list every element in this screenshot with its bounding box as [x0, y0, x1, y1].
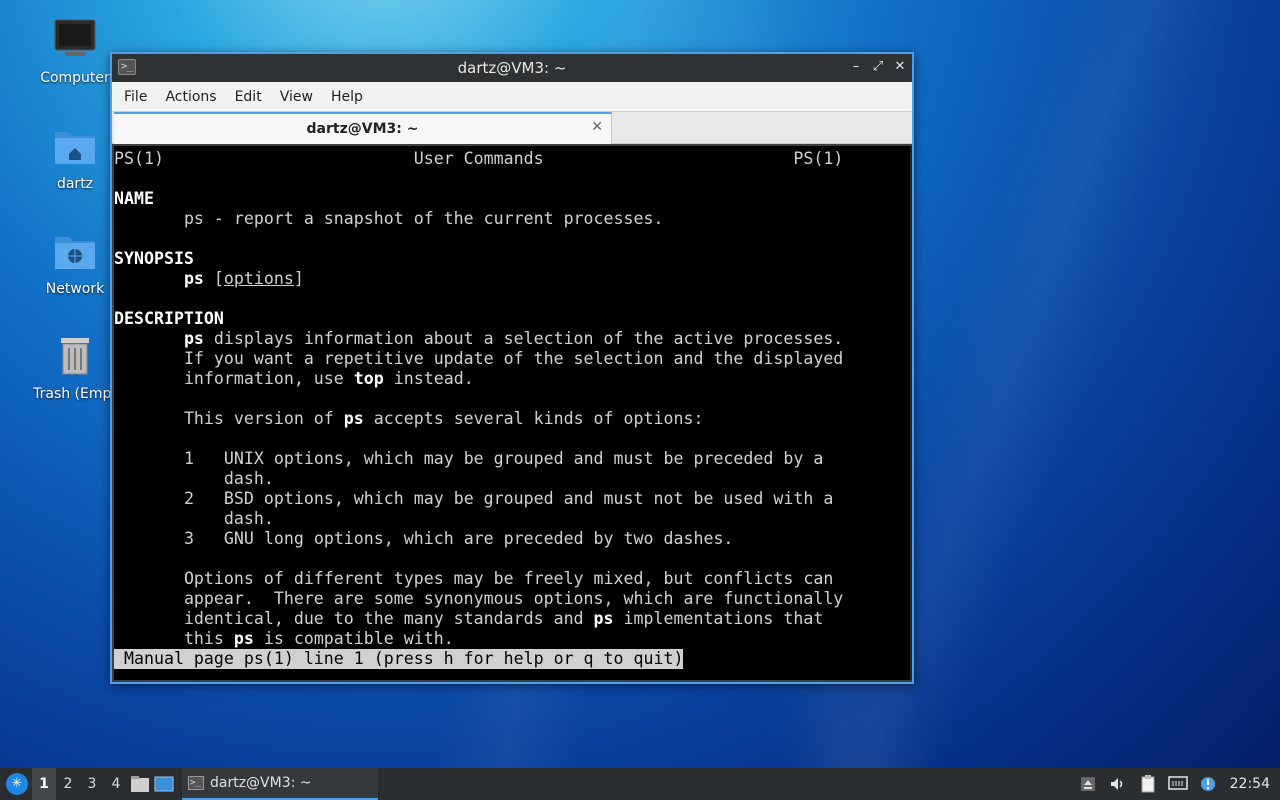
section-heading: NAME [114, 189, 154, 208]
app-menu-icon: ✳ [6, 773, 28, 795]
file-manager-icon [131, 776, 149, 792]
maximize-button[interactable]: ⤢ [870, 58, 886, 76]
menubar: File Actions Edit View Help [112, 82, 912, 112]
tab-terminal[interactable]: dartz@VM3: ~ ✕ [114, 112, 612, 144]
man-text: ps - report a snapshot of the current pr… [183, 209, 664, 228]
taskbar-task-terminal[interactable]: >_ dartz@VM3: ~ [182, 768, 378, 800]
tab-close-icon[interactable]: ✕ [591, 119, 603, 135]
menu-edit[interactable]: Edit [227, 89, 270, 105]
window-title: dartz@VM3: ~ [457, 59, 567, 77]
start-menu-button[interactable]: ✳ [2, 768, 32, 800]
show-desktop-button[interactable] [152, 768, 176, 800]
terminal-icon: >_ [118, 59, 136, 75]
taskbar: ✳ 1 2 3 4 >_ dartz@VM3: ~ 22:54 [0, 768, 1280, 800]
pager-status-line: Manual page ps(1) line 1 (press h for he… [114, 649, 684, 669]
network-folder-icon [55, 237, 95, 269]
section-heading: SYNOPSIS [114, 249, 194, 268]
minimize-button[interactable]: – [848, 58, 864, 76]
terminal-scrollbar[interactable] [910, 146, 912, 680]
computer-icon [54, 19, 96, 56]
terminal-icon: >_ [188, 776, 204, 790]
menu-help[interactable]: Help [323, 89, 371, 105]
workspace-3[interactable]: 3 [80, 768, 104, 800]
workspace-2[interactable]: 2 [56, 768, 80, 800]
terminal-output[interactable]: PS(1) User Commands PS(1) NAME ps - repo… [114, 146, 910, 680]
desktop-icon [154, 776, 174, 792]
trash-icon [61, 338, 89, 375]
man-header: PS(1) User Commands PS(1) [114, 149, 844, 168]
workspace-4[interactable]: 4 [104, 768, 128, 800]
workspace-1[interactable]: 1 [32, 768, 56, 800]
close-button[interactable]: ✕ [892, 58, 908, 76]
menu-view[interactable]: View [272, 89, 321, 105]
eject-icon[interactable] [1076, 768, 1100, 800]
home-folder-icon [55, 132, 95, 164]
tab-bar: dartz@VM3: ~ ✕ [112, 112, 912, 144]
system-tray: 22:54 [1070, 768, 1280, 800]
clock[interactable]: 22:54 [1230, 776, 1270, 792]
task-label: dartz@VM3: ~ [210, 775, 312, 791]
menu-actions[interactable]: Actions [157, 89, 224, 105]
window-titlebar[interactable]: >_ dartz@VM3: ~ – ⤢ ✕ [112, 54, 912, 82]
section-heading: DESCRIPTION [114, 309, 224, 328]
updates-icon[interactable] [1196, 768, 1220, 800]
file-manager-launcher[interactable] [128, 768, 152, 800]
tab-title: dartz@VM3: ~ [306, 121, 419, 137]
terminal-window[interactable]: >_ dartz@VM3: ~ – ⤢ ✕ File Actions Edit … [110, 52, 914, 684]
volume-icon[interactable] [1106, 768, 1130, 800]
clipboard-icon[interactable] [1136, 768, 1160, 800]
menu-file[interactable]: File [116, 89, 155, 105]
network-icon[interactable] [1166, 768, 1190, 800]
